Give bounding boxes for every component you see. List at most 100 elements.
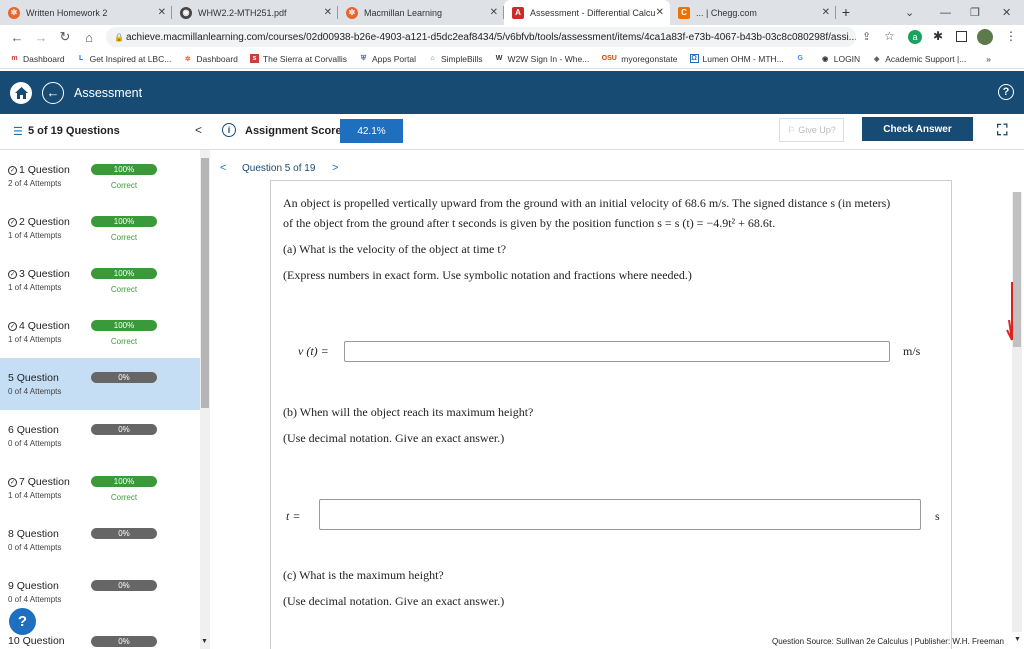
list-item[interactable]: 6 Question 0 of 4 Attempts 0% [0, 410, 200, 462]
browser-tab-active[interactable]: A Assessment - Differential Calcu ✕ [504, 0, 670, 25]
w2w-icon: W [495, 55, 503, 62]
address-bar-row: ← → ↻ ⌂ 🔒 achieve.macmillanlearning.com/… [0, 25, 1024, 49]
bookmark[interactable]: ◈ Academic Support |... [872, 54, 966, 64]
list-item[interactable]: ✓ 3 Question 1 of 4 Attempts 100% Correct [0, 254, 200, 306]
puzzle-icon[interactable]: ✱ [933, 29, 943, 43]
source-dropdown-icon[interactable]: ▼ [1014, 636, 1021, 643]
close-icon[interactable]: ✕ [490, 7, 498, 18]
home-icon[interactable]: ⌂ [82, 30, 96, 45]
next-question-button[interactable]: > [332, 162, 338, 174]
bookmark[interactable]: Ω Lumen OHM - MTH... [689, 54, 784, 64]
scrollbar-thumb[interactable] [201, 158, 209, 408]
bookmark[interactable]: W W2W Sign In - Whe... [495, 54, 590, 64]
progress-pill: 100% [91, 476, 157, 487]
sidebar-scrollbar[interactable]: ▼ [200, 150, 210, 649]
close-icon[interactable]: ✕ [822, 7, 830, 18]
help-icon[interactable]: ? [998, 84, 1014, 100]
browser-tab[interactable]: ✲ Written Homework 2 ✕ [0, 0, 172, 25]
menu-dots-icon[interactable]: ⋮ [1005, 29, 1017, 43]
prev-question-button[interactable]: < [220, 162, 226, 174]
list-item[interactable]: ✓ 2 Question 1 of 4 Attempts 100% Correct [0, 202, 200, 254]
extension-icon[interactable]: a [908, 30, 922, 44]
list-item[interactable]: ✓ 7 Question 1 of 4 Attempts 100% Correct [0, 462, 200, 514]
close-icon[interactable]: ✕ [656, 7, 664, 18]
bookmark-label: Academic Support |... [885, 53, 967, 64]
bookmark-label: Apps Portal [372, 53, 416, 64]
sidepanel-icon[interactable] [956, 31, 967, 42]
bookmark[interactable]: OSU myoregonstate [601, 54, 678, 64]
list-item-selected[interactable]: 5 Question 0 of 4 Attempts 0% [0, 358, 200, 410]
question-nav-label: Question 5 of 19 [242, 163, 316, 174]
new-tab-button[interactable]: + [836, 0, 856, 25]
close-icon[interactable]: ✕ [158, 7, 166, 18]
shield-icon: ⛨ [360, 54, 367, 62]
fullscreen-icon[interactable]: ⛶ [997, 122, 1008, 139]
back-arrow-icon[interactable]: ← [10, 30, 24, 45]
list-icon[interactable]: ☰ [13, 125, 23, 138]
question-label: 6 Question [8, 424, 59, 436]
share-icon[interactable]: ⇪ [862, 30, 871, 43]
list-item[interactable]: ✓ 4 Question 1 of 4 Attempts 100% Correct [0, 306, 200, 358]
tab-title: Written Homework 2 [26, 7, 108, 18]
url-field[interactable]: 🔒 achieve.macmillanlearning.com/courses/… [106, 27, 856, 47]
bookmark-label: Dashboard [23, 53, 65, 64]
minimize-button[interactable]: — [940, 0, 951, 25]
questions-count[interactable]: 5 of 19 Questions [28, 125, 120, 137]
home-button[interactable] [10, 81, 32, 104]
lbc-icon: L [78, 55, 84, 62]
part-a-note: (Express numbers in exact form. Use symb… [283, 268, 692, 282]
list-item[interactable]: 8 Question 0 of 4 Attempts 0% [0, 514, 200, 566]
list-item[interactable]: ✓ 1 Question 2 of 4 Attempts 100% Correct [0, 150, 200, 202]
progress-pill: 0% [91, 528, 157, 539]
bookmark-label: SimpleBills [440, 53, 483, 64]
bookmark[interactable]: L Get Inspired at LBC... [77, 54, 171, 64]
red-pen-mark [1006, 282, 1013, 341]
collapse-chevron-icon[interactable]: < [195, 123, 202, 137]
bookmark[interactable]: G [796, 54, 809, 63]
back-button[interactable]: ← [42, 81, 64, 104]
macmillan-icon: ✲ [8, 6, 20, 19]
browser-tab[interactable]: ◉ WHW2.2-MTH251.pdf ✕ [172, 0, 338, 25]
close-icon[interactable]: ✕ [324, 7, 332, 18]
sierra-icon: s [249, 54, 259, 63]
globe-icon: ◉ [822, 55, 829, 63]
help-bubble-icon[interactable]: ? [9, 608, 36, 635]
progress-pill: 0% [91, 372, 157, 383]
answer-a-unit: m/s [903, 344, 921, 358]
check-circle-icon: ✓ [8, 217, 17, 227]
velocity-answer-input[interactable] [344, 341, 890, 362]
bookmark[interactable]: s The Sierra at Corvallis [249, 54, 347, 64]
flag-icon: ⚐ [787, 124, 796, 135]
info-icon[interactable]: i [222, 123, 236, 137]
bookmark[interactable]: ⛨ Apps Portal [359, 54, 416, 64]
attempts-text: 1 of 4 Attempts [8, 283, 62, 292]
simplebills-icon: ⌂ [430, 55, 435, 62]
attempts-text: 0 of 4 Attempts [8, 595, 62, 604]
tab-title: WHW2.2-MTH251.pdf [198, 7, 287, 18]
time-answer-input[interactable] [319, 499, 921, 530]
browser-tab[interactable]: C ... | Chegg.com ✕ [670, 0, 836, 25]
close-window-button[interactable]: ✕ [1002, 0, 1011, 25]
bookmark[interactable]: ◉ LOGIN [821, 54, 860, 64]
browser-tab[interactable]: ✲ Macmillan Learning ✕ [338, 0, 504, 25]
scroll-down-arrow-icon[interactable]: ▼ [201, 638, 208, 645]
question-label: 2 Question [19, 216, 70, 228]
bookmark[interactable]: m Dashboard [10, 53, 65, 64]
avatar[interactable] [977, 29, 993, 45]
question-label: 9 Question [8, 580, 59, 592]
give-up-button[interactable]: ⚐ Give Up? [779, 118, 844, 142]
forward-arrow-icon[interactable]: → [34, 30, 48, 45]
content-scrollbar[interactable] [1012, 192, 1022, 632]
question-name: 6 Question [8, 424, 59, 436]
check-answer-button[interactable]: Check Answer [862, 117, 973, 141]
tab-search-icon[interactable]: ⌄ [905, 0, 914, 25]
bookmark[interactable]: ⌂ SimpleBills [428, 53, 483, 64]
question-text: An object is propelled vertically upward… [283, 196, 891, 210]
question-list: ✓ 1 Question 2 of 4 Attempts 100% Correct… [0, 150, 210, 649]
bookmark-label: W2W Sign In - Whe... [507, 53, 590, 64]
bookmark[interactable]: ✲ Dashboard [183, 54, 238, 64]
star-icon[interactable]: ☆ [884, 29, 895, 43]
reload-icon[interactable]: ↻ [58, 29, 72, 45]
bookmarks-overflow[interactable]: » [986, 54, 991, 64]
maximize-button[interactable]: ❐ [970, 0, 980, 25]
